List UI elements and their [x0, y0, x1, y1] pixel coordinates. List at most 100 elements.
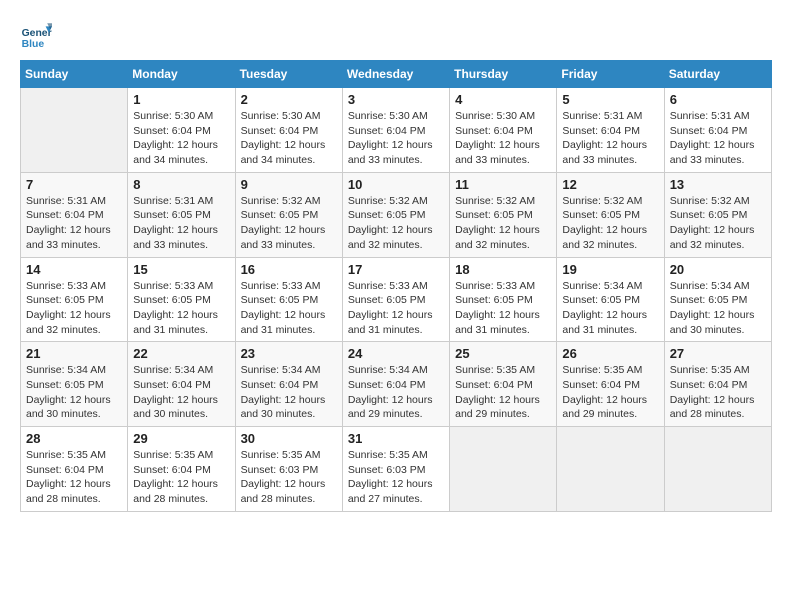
day-info: Sunrise: 5:35 AM Sunset: 6:04 PM Dayligh… — [562, 363, 658, 422]
day-number: 19 — [562, 262, 658, 277]
day-info: Sunrise: 5:34 AM Sunset: 6:04 PM Dayligh… — [133, 363, 229, 422]
calendar-cell: 1 Sunrise: 5:30 AM Sunset: 6:04 PM Daylig… — [128, 88, 235, 173]
day-info: Sunrise: 5:34 AM Sunset: 6:05 PM Dayligh… — [26, 363, 122, 422]
day-number: 6 — [670, 92, 766, 107]
day-info: Sunrise: 5:31 AM Sunset: 6:04 PM Dayligh… — [26, 194, 122, 253]
day-number: 21 — [26, 346, 122, 361]
day-number: 22 — [133, 346, 229, 361]
day-info: Sunrise: 5:35 AM Sunset: 6:04 PM Dayligh… — [670, 363, 766, 422]
calendar-cell: 20 Sunrise: 5:34 AM Sunset: 6:05 PM Dayli… — [664, 257, 771, 342]
day-number: 27 — [670, 346, 766, 361]
calendar-cell — [557, 427, 664, 512]
day-number: 18 — [455, 262, 551, 277]
day-number: 8 — [133, 177, 229, 192]
calendar-week-4: 21 Sunrise: 5:34 AM Sunset: 6:05 PM Dayli… — [21, 342, 772, 427]
day-info: Sunrise: 5:32 AM Sunset: 6:05 PM Dayligh… — [455, 194, 551, 253]
day-number: 11 — [455, 177, 551, 192]
calendar-table: SundayMondayTuesdayWednesdayThursdayFrid… — [20, 60, 772, 512]
day-info: Sunrise: 5:35 AM Sunset: 6:03 PM Dayligh… — [241, 448, 337, 507]
day-info: Sunrise: 5:33 AM Sunset: 6:05 PM Dayligh… — [455, 279, 551, 338]
calendar-cell: 10Sunrise: 5:32 AM Sunset: 6:05 PM Dayli… — [342, 172, 449, 257]
day-number: 14 — [26, 262, 122, 277]
day-number: 7 — [26, 177, 122, 192]
day-info: Sunrise: 5:33 AM Sunset: 6:05 PM Dayligh… — [241, 279, 337, 338]
calendar-cell: 9 Sunrise: 5:32 AM Sunset: 6:05 PM Daylig… — [235, 172, 342, 257]
calendar-cell: 22 Sunrise: 5:34 AM Sunset: 6:04 PM Dayli… — [128, 342, 235, 427]
day-number: 1 — [133, 92, 229, 107]
calendar-week-5: 28 Sunrise: 5:35 AM Sunset: 6:04 PM Dayli… — [21, 427, 772, 512]
weekday-header-saturday: Saturday — [664, 61, 771, 88]
day-number: 13 — [670, 177, 766, 192]
calendar-cell — [450, 427, 557, 512]
calendar-cell: 16 Sunrise: 5:33 AM Sunset: 6:05 PM Dayli… — [235, 257, 342, 342]
day-info: Sunrise: 5:35 AM Sunset: 6:04 PM Dayligh… — [26, 448, 122, 507]
calendar-cell: 23 Sunrise: 5:34 AM Sunset: 6:04 PM Dayli… — [235, 342, 342, 427]
day-info: Sunrise: 5:30 AM Sunset: 6:04 PM Dayligh… — [133, 109, 229, 168]
day-number: 30 — [241, 431, 337, 446]
day-info: Sunrise: 5:31 AM Sunset: 6:04 PM Dayligh… — [670, 109, 766, 168]
top-area: General Blue — [20, 20, 772, 52]
day-info: Sunrise: 5:33 AM Sunset: 6:05 PM Dayligh… — [26, 279, 122, 338]
calendar-cell: 27 Sunrise: 5:35 AM Sunset: 6:04 PM Dayli… — [664, 342, 771, 427]
day-number: 29 — [133, 431, 229, 446]
day-info: Sunrise: 5:32 AM Sunset: 6:05 PM Dayligh… — [562, 194, 658, 253]
day-info: Sunrise: 5:33 AM Sunset: 6:05 PM Dayligh… — [348, 279, 444, 338]
calendar-cell: 19 Sunrise: 5:34 AM Sunset: 6:05 PM Dayli… — [557, 257, 664, 342]
day-number: 15 — [133, 262, 229, 277]
svg-text:Blue: Blue — [22, 39, 45, 50]
calendar-cell: 26 Sunrise: 5:35 AM Sunset: 6:04 PM Dayli… — [557, 342, 664, 427]
calendar-cell: 12 Sunrise: 5:32 AM Sunset: 6:05 PM Dayli… — [557, 172, 664, 257]
calendar-week-1: 1 Sunrise: 5:30 AM Sunset: 6:04 PM Daylig… — [21, 88, 772, 173]
calendar-cell: 25Sunrise: 5:35 AM Sunset: 6:04 PM Dayli… — [450, 342, 557, 427]
day-number: 17 — [348, 262, 444, 277]
day-info: Sunrise: 5:33 AM Sunset: 6:05 PM Dayligh… — [133, 279, 229, 338]
day-info: Sunrise: 5:34 AM Sunset: 6:05 PM Dayligh… — [562, 279, 658, 338]
calendar-cell: 31Sunrise: 5:35 AM Sunset: 6:03 PM Dayli… — [342, 427, 449, 512]
calendar-cell: 5 Sunrise: 5:31 AM Sunset: 6:04 PM Daylig… — [557, 88, 664, 173]
weekday-header-thursday: Thursday — [450, 61, 557, 88]
calendar-cell: 18 Sunrise: 5:33 AM Sunset: 6:05 PM Dayli… — [450, 257, 557, 342]
day-number: 23 — [241, 346, 337, 361]
calendar-cell: 21 Sunrise: 5:34 AM Sunset: 6:05 PM Dayli… — [21, 342, 128, 427]
calendar-cell: 11 Sunrise: 5:32 AM Sunset: 6:05 PM Dayli… — [450, 172, 557, 257]
day-info: Sunrise: 5:35 AM Sunset: 6:04 PM Dayligh… — [455, 363, 551, 422]
calendar-cell: 17 Sunrise: 5:33 AM Sunset: 6:05 PM Dayli… — [342, 257, 449, 342]
day-number: 2 — [241, 92, 337, 107]
day-number: 20 — [670, 262, 766, 277]
weekday-header-wednesday: Wednesday — [342, 61, 449, 88]
calendar-cell — [664, 427, 771, 512]
calendar-cell: 13Sunrise: 5:32 AM Sunset: 6:05 PM Dayli… — [664, 172, 771, 257]
weekday-header-sunday: Sunday — [21, 61, 128, 88]
day-info: Sunrise: 5:34 AM Sunset: 6:04 PM Dayligh… — [348, 363, 444, 422]
calendar-cell: 14 Sunrise: 5:33 AM Sunset: 6:05 PM Dayli… — [21, 257, 128, 342]
day-number: 28 — [26, 431, 122, 446]
calendar-cell: 15 Sunrise: 5:33 AM Sunset: 6:05 PM Dayli… — [128, 257, 235, 342]
calendar-cell: 2 Sunrise: 5:30 AM Sunset: 6:04 PM Daylig… — [235, 88, 342, 173]
day-number: 26 — [562, 346, 658, 361]
day-info: Sunrise: 5:31 AM Sunset: 6:05 PM Dayligh… — [133, 194, 229, 253]
day-info: Sunrise: 5:30 AM Sunset: 6:04 PM Dayligh… — [455, 109, 551, 168]
calendar-cell: 6 Sunrise: 5:31 AM Sunset: 6:04 PM Daylig… — [664, 88, 771, 173]
calendar-cell — [21, 88, 128, 173]
calendar-cell: 30 Sunrise: 5:35 AM Sunset: 6:03 PM Dayli… — [235, 427, 342, 512]
day-info: Sunrise: 5:34 AM Sunset: 6:05 PM Dayligh… — [670, 279, 766, 338]
calendar-week-3: 14 Sunrise: 5:33 AM Sunset: 6:05 PM Dayli… — [21, 257, 772, 342]
calendar-cell: 8 Sunrise: 5:31 AM Sunset: 6:05 PM Daylig… — [128, 172, 235, 257]
day-number: 12 — [562, 177, 658, 192]
calendar-cell: 3Sunrise: 5:30 AM Sunset: 6:04 PM Daylig… — [342, 88, 449, 173]
weekday-header-row: SundayMondayTuesdayWednesdayThursdayFrid… — [21, 61, 772, 88]
day-info: Sunrise: 5:32 AM Sunset: 6:05 PM Dayligh… — [241, 194, 337, 253]
day-number: 5 — [562, 92, 658, 107]
calendar-cell: 28 Sunrise: 5:35 AM Sunset: 6:04 PM Dayli… — [21, 427, 128, 512]
day-number: 24 — [348, 346, 444, 361]
day-number: 10 — [348, 177, 444, 192]
calendar-week-2: 7 Sunrise: 5:31 AM Sunset: 6:04 PM Daylig… — [21, 172, 772, 257]
day-number: 16 — [241, 262, 337, 277]
day-number: 9 — [241, 177, 337, 192]
calendar-cell: 7 Sunrise: 5:31 AM Sunset: 6:04 PM Daylig… — [21, 172, 128, 257]
day-info: Sunrise: 5:30 AM Sunset: 6:04 PM Dayligh… — [241, 109, 337, 168]
day-info: Sunrise: 5:30 AM Sunset: 6:04 PM Dayligh… — [348, 109, 444, 168]
calendar-cell: 24 Sunrise: 5:34 AM Sunset: 6:04 PM Dayli… — [342, 342, 449, 427]
day-info: Sunrise: 5:34 AM Sunset: 6:04 PM Dayligh… — [241, 363, 337, 422]
day-info: Sunrise: 5:31 AM Sunset: 6:04 PM Dayligh… — [562, 109, 658, 168]
